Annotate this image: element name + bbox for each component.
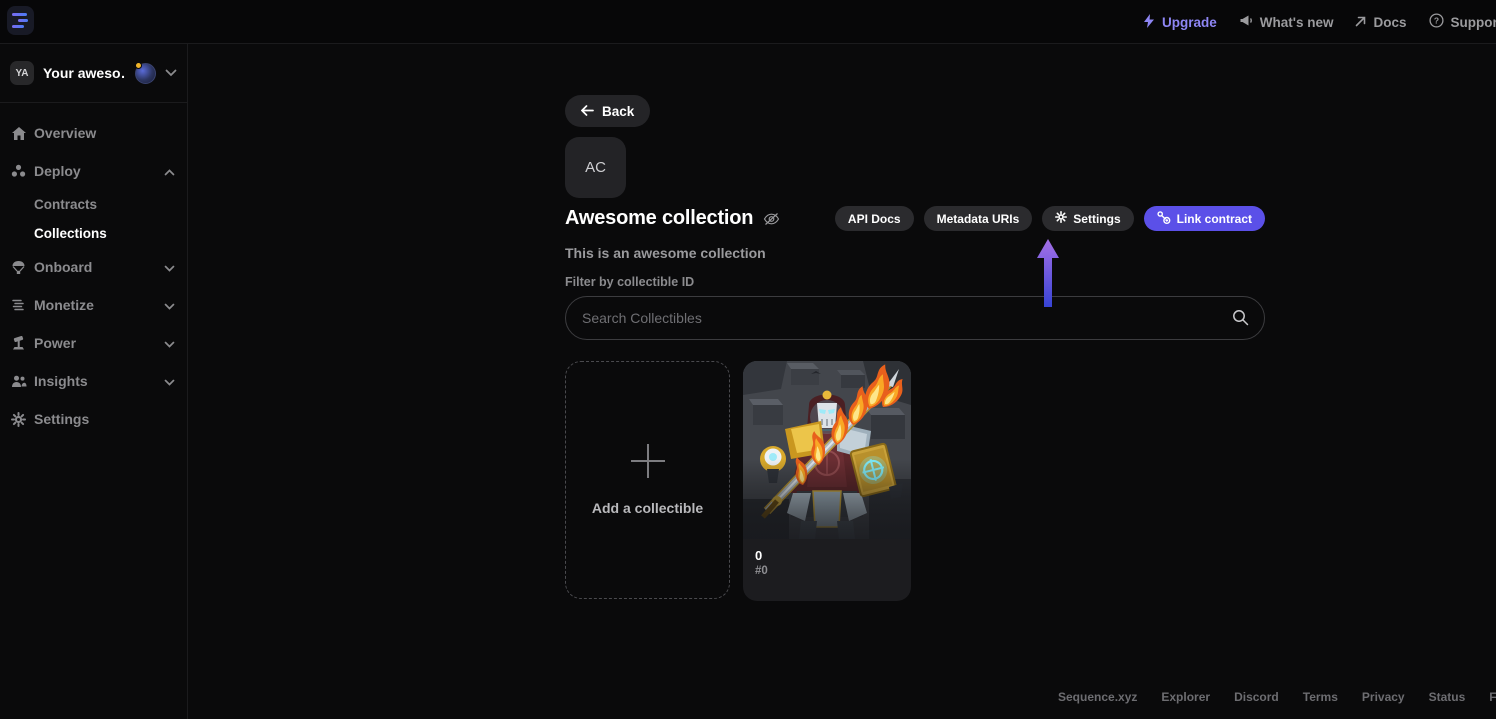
search-field-wrapper xyxy=(565,296,1265,340)
footer-link-privacy[interactable]: Privacy xyxy=(1362,690,1405,704)
users-icon xyxy=(9,375,28,388)
page-title: Awesome collection xyxy=(565,207,753,230)
sidebar-item-power[interactable]: Power xyxy=(0,324,187,362)
footer: Sequence.xyz Explorer Discord Terms Priv… xyxy=(1058,690,1496,704)
chevron-down-icon xyxy=(164,373,175,389)
metadata-uris-button[interactable]: Metadata URIs xyxy=(924,206,1033,231)
collection-avatar: AC xyxy=(565,137,626,198)
footer-link-explorer[interactable]: Explorer xyxy=(1161,690,1210,704)
sidebar: YA Your aweso… Overview Deploy xyxy=(0,44,188,719)
sidebar-item-onboard[interactable]: Onboard xyxy=(0,248,187,286)
gear-icon xyxy=(1055,211,1067,226)
collection-description: This is an awesome collection xyxy=(565,245,1265,261)
link-contract-button[interactable]: Link contract xyxy=(1144,206,1265,231)
footer-link-feature-requests[interactable]: Feature requests xyxy=(1489,690,1496,704)
eye-off-icon xyxy=(763,212,780,226)
support-button[interactable]: ? Support xyxy=(1429,13,1496,31)
notification-dot xyxy=(135,62,142,69)
sequence-logo-icon[interactable] xyxy=(7,6,34,35)
chevron-down-icon xyxy=(164,297,175,313)
chevron-down-icon xyxy=(165,64,177,82)
external-link-icon xyxy=(1355,15,1366,30)
footer-link-sequence[interactable]: Sequence.xyz xyxy=(1058,690,1137,704)
footer-link-discord[interactable]: Discord xyxy=(1234,690,1279,704)
search-icon xyxy=(1232,309,1249,331)
plus-icon xyxy=(631,444,665,478)
add-collectible-card[interactable]: Add a collectible xyxy=(565,361,730,599)
sidebar-item-monetize[interactable]: Monetize xyxy=(0,286,187,324)
coins-icon xyxy=(9,298,28,312)
upgrade-label: Upgrade xyxy=(1162,15,1217,30)
help-circle-icon: ? xyxy=(1429,13,1444,31)
sidebar-item-label: Deploy xyxy=(34,163,158,179)
megaphone-icon xyxy=(1239,14,1253,30)
gear-icon xyxy=(9,412,28,427)
back-label: Back xyxy=(602,104,634,119)
link-contract-icon xyxy=(1157,211,1171,227)
project-name: Your aweso… xyxy=(43,65,126,81)
search-collectibles-input[interactable] xyxy=(565,296,1265,340)
arrow-left-icon xyxy=(581,104,594,119)
sidebar-item-label: Power xyxy=(34,335,158,351)
top-nav: Upgrade What's new Docs xyxy=(1143,0,1496,44)
project-selector[interactable]: YA Your aweso… xyxy=(0,44,187,103)
hammer-icon xyxy=(9,336,28,351)
collectible-token-id: #0 xyxy=(755,565,899,577)
collectible-image xyxy=(743,361,911,539)
collectibles-grid: Add a collectible xyxy=(565,361,1265,601)
account-avatar xyxy=(135,63,156,84)
api-docs-button[interactable]: API Docs xyxy=(835,206,914,231)
sidebar-item-insights[interactable]: Insights xyxy=(0,362,187,400)
collectible-card[interactable]: 0 #0 xyxy=(743,361,911,601)
project-initials-avatar: YA xyxy=(10,61,34,85)
collectible-meta: 0 #0 xyxy=(743,539,911,577)
sidebar-item-settings[interactable]: Settings xyxy=(0,400,187,438)
home-icon xyxy=(9,126,28,141)
link-contract-label: Link contract xyxy=(1177,212,1252,226)
chevron-up-icon xyxy=(164,163,175,179)
sidebar-item-label: Insights xyxy=(34,373,158,389)
sidebar-item-contracts[interactable]: Contracts xyxy=(0,190,187,219)
chevron-down-icon xyxy=(164,335,175,351)
lightning-icon xyxy=(1143,14,1155,31)
whats-new-button[interactable]: What's new xyxy=(1239,14,1334,30)
footer-link-terms[interactable]: Terms xyxy=(1303,690,1338,704)
sidebar-nav: Overview Deploy Contracts Collections xyxy=(0,103,187,438)
svg-text:?: ? xyxy=(1433,16,1438,26)
docs-link[interactable]: Docs xyxy=(1355,15,1406,30)
sidebar-item-label: Overview xyxy=(34,125,175,141)
collection-actions: API Docs Metadata URIs Sett xyxy=(835,206,1265,231)
collection-settings-button[interactable]: Settings xyxy=(1042,206,1133,231)
sidebar-item-overview[interactable]: Overview xyxy=(0,114,187,152)
sidebar-item-deploy[interactable]: Deploy xyxy=(0,152,187,190)
collectible-name: 0 xyxy=(755,548,899,563)
filter-label: Filter by collectible ID xyxy=(565,275,1265,289)
deploy-icon xyxy=(9,164,28,178)
back-button[interactable]: Back xyxy=(565,95,650,127)
support-label: Support xyxy=(1451,15,1496,30)
settings-button-label: Settings xyxy=(1073,212,1120,226)
docs-label: Docs xyxy=(1373,15,1406,30)
parachute-icon xyxy=(9,260,28,275)
collection-page: Back AC Awesome collection API Docs Meta… xyxy=(565,95,1265,601)
upgrade-button[interactable]: Upgrade xyxy=(1143,14,1217,31)
sidebar-item-label: Monetize xyxy=(34,297,158,313)
collection-header: Awesome collection API Docs Metadata URI… xyxy=(565,206,1265,231)
chevron-down-icon xyxy=(164,259,175,275)
top-bar: Upgrade What's new Docs xyxy=(0,0,1496,44)
whats-new-label: What's new xyxy=(1260,15,1334,30)
sidebar-item-label: Settings xyxy=(34,411,175,427)
add-collectible-label: Add a collectible xyxy=(592,500,703,516)
sidebar-item-label: Onboard xyxy=(34,259,158,275)
sidebar-item-collections[interactable]: Collections xyxy=(0,219,187,248)
footer-link-status[interactable]: Status xyxy=(1429,690,1466,704)
